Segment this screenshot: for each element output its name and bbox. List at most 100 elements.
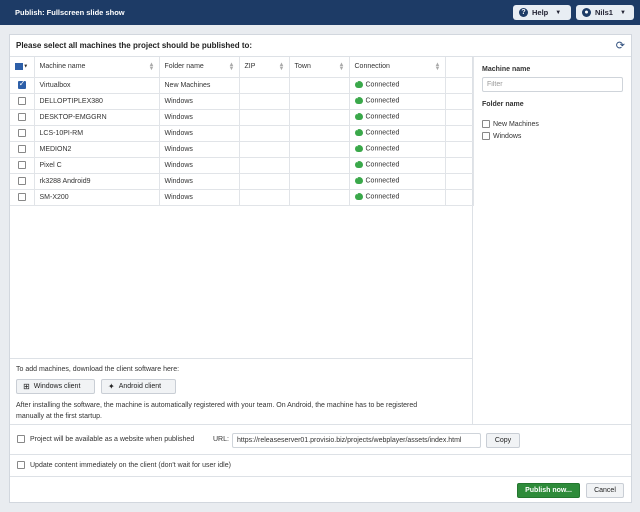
sort-icon: ▲ ▼: [148, 62, 155, 72]
row-select-cell[interactable]: [10, 189, 35, 206]
connection-status: Connected: [365, 113, 400, 121]
extra-cell: [445, 157, 474, 174]
column-header-zip[interactable]: ZIP ▲ ▼: [239, 57, 290, 78]
row-select-cell[interactable]: [10, 141, 35, 158]
table-row[interactable]: VirtualboxNew Machines Connected: [10, 77, 474, 94]
folder-option-new-machines[interactable]: New Machines: [482, 120, 539, 128]
row-select-cell[interactable]: [10, 125, 35, 142]
window-title: Publish: Fullscreen slide show: [15, 8, 125, 17]
dialog-header: Please select all machines the project s…: [10, 35, 631, 57]
town-cell: [289, 189, 350, 206]
select-all-menu[interactable]: ▼: [10, 57, 35, 78]
machine-name-filter-input[interactable]: [482, 77, 623, 92]
user-icon: ●: [582, 8, 591, 17]
download-intro: To add machines, download the client sof…: [16, 366, 180, 373]
row-select-cell[interactable]: [10, 93, 35, 110]
connection-cell: Connected: [349, 93, 446, 110]
extra-cell: [445, 173, 474, 190]
website-option-label: Project will be available as a website w…: [30, 435, 195, 443]
row-checkbox[interactable]: [17, 177, 26, 185]
table-row[interactable]: rk3288 Android9Windows Connected: [10, 173, 474, 190]
extra-cell: [445, 93, 474, 110]
windows-client-button[interactable]: ⊞ Windows client: [16, 379, 95, 394]
folder-checkbox[interactable]: [482, 132, 490, 140]
folder-name-cell: Windows: [159, 173, 240, 190]
dialog-heading: Please select all machines the project s…: [16, 41, 253, 50]
row-select-cell[interactable]: [10, 77, 35, 94]
title-bar: Publish: Fullscreen slide show ? Help ▼ …: [0, 0, 640, 25]
folder-checkbox[interactable]: [482, 120, 490, 128]
cloud-check-icon: [354, 94, 363, 105]
connection-cell: Connected: [349, 141, 446, 158]
publish-dialog: Please select all machines the project s…: [9, 34, 632, 503]
cloud-check-icon: [354, 126, 363, 137]
column-header-machine[interactable]: Machine name ▲ ▼: [34, 57, 160, 78]
connection-status: Connected: [365, 81, 400, 89]
town-cell: [289, 125, 350, 142]
table-row[interactable]: MEDION2Windows Connected: [10, 141, 474, 158]
extra-cell: [445, 189, 474, 206]
row-select-cell[interactable]: [10, 173, 35, 190]
table-row[interactable]: Pixel CWindows Connected: [10, 157, 474, 174]
user-menu-button[interactable]: ● Nils1 ▼: [576, 5, 634, 20]
row-checkbox[interactable]: [17, 129, 26, 137]
column-label: Connection: [354, 63, 390, 71]
publish-button[interactable]: Publish now...: [517, 483, 580, 498]
folder-name-filter-label: Folder name: [482, 101, 524, 108]
row-select-cell[interactable]: [10, 109, 35, 126]
copy-button[interactable]: Copy: [486, 433, 520, 448]
website-option[interactable]: Project will be available as a website w…: [17, 435, 194, 443]
connection-cell: Connected: [349, 77, 446, 94]
folder-option-windows[interactable]: Windows: [482, 132, 521, 140]
table-row[interactable]: DESKTOP-EMGGRNWindows Connected: [10, 109, 474, 126]
help-label: Help: [532, 8, 549, 17]
help-button[interactable]: ? Help ▼: [513, 5, 571, 20]
folder-name-cell: Windows: [159, 93, 240, 110]
connection-status: Connected: [365, 145, 400, 153]
url-field[interactable]: https://releaseserver01.provisio.biz/pro…: [232, 433, 481, 448]
table-row[interactable]: DELLOPTIPLEX380Windows Connected: [10, 93, 474, 110]
zip-cell: [239, 141, 290, 158]
android-client-label: Android client: [118, 383, 162, 390]
row-checkbox[interactable]: [17, 113, 26, 121]
town-cell: [289, 141, 350, 158]
sort-icon: ▲ ▼: [434, 62, 441, 72]
folder-name-cell: New Machines: [159, 77, 240, 94]
row-select-cell[interactable]: [10, 157, 35, 174]
update-option-row: Update content immediately on the client…: [10, 454, 631, 476]
update-checkbox[interactable]: [17, 461, 25, 469]
folder-name-cell: Windows: [159, 125, 240, 142]
cancel-button[interactable]: Cancel: [586, 483, 624, 498]
machines-table: ▼ Machine name ▲ ▼ Folder name ▲ ▼ ZIP ▲ ▼ Tow…: [10, 57, 474, 206]
folder-name-cell: Windows: [159, 157, 240, 174]
android-client-button[interactable]: ✦ Android client: [101, 379, 176, 394]
column-header-town[interactable]: Town ▲ ▼: [289, 57, 350, 78]
column-header-connection[interactable]: Connection ▲ ▼: [349, 57, 446, 78]
table-row[interactable]: SM-X200Windows Connected: [10, 189, 474, 206]
zip-cell: [239, 189, 290, 206]
column-label: Town: [294, 63, 311, 71]
download-note: After installing the software, the machi…: [16, 402, 418, 420]
zip-cell: [239, 77, 290, 94]
row-checkbox[interactable]: [17, 97, 26, 105]
website-checkbox[interactable]: [17, 435, 25, 443]
column-header-folder[interactable]: Folder name ▲ ▼: [159, 57, 240, 78]
row-checkbox[interactable]: [17, 193, 26, 201]
row-checkbox[interactable]: [17, 79, 26, 89]
chevron-down-icon: ▼: [23, 63, 29, 70]
row-checkbox[interactable]: [17, 161, 26, 169]
sort-icon: ▲ ▼: [338, 62, 345, 72]
extra-cell: [445, 125, 474, 142]
folder-name-cell: Windows: [159, 189, 240, 206]
column-label: ZIP: [244, 63, 256, 71]
cloud-check-icon: [354, 78, 363, 89]
update-option[interactable]: Update content immediately on the client…: [17, 461, 231, 469]
connection-status: Connected: [365, 177, 400, 185]
table-row[interactable]: LCS-10PI-RMWindows Connected: [10, 125, 474, 142]
town-cell: [289, 93, 350, 110]
row-checkbox[interactable]: [17, 145, 26, 153]
refresh-icon[interactable]: ⟳: [616, 39, 625, 52]
update-option-label: Update content immediately on the client…: [30, 461, 231, 469]
chevron-down-icon: ▼: [619, 9, 626, 16]
connection-status: Connected: [365, 129, 400, 137]
